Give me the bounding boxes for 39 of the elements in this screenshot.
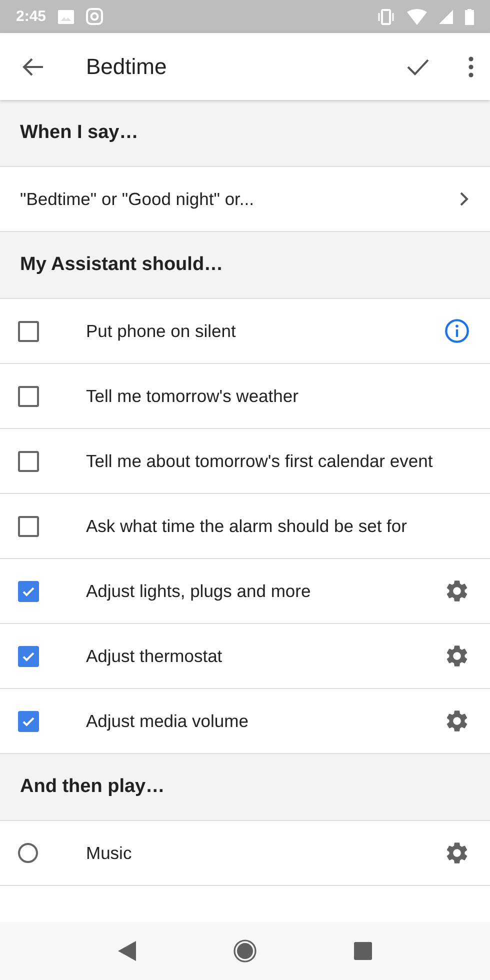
vibrate-icon [377,8,395,24]
signal-icon [439,10,453,24]
camera-icon [86,8,104,25]
option-label: Tell me tomorrow's weather [86,386,300,406]
checkbox[interactable] [18,646,39,666]
battery-icon [465,8,474,24]
section-header: When I say… [20,122,138,144]
screen-title: Bedtime [86,54,168,80]
checkbox[interactable] [18,516,39,536]
checkbox[interactable] [18,386,39,406]
wifi-icon [407,8,427,24]
option-label: Adjust lights, plugs and more [86,580,312,602]
section-header: And then play… [20,776,165,798]
info-icon[interactable] [444,318,470,344]
checkbox[interactable] [18,450,39,472]
status-time: 2:45 [16,8,46,25]
settings-icon[interactable] [444,578,470,604]
option-label: Ask what time the alarm should be set for [86,516,408,536]
checkmark-icon[interactable] [406,56,430,76]
option-label: Adjust media volume [86,710,250,732]
checkbox[interactable] [18,580,39,602]
checkbox[interactable] [18,320,39,342]
recents-icon[interactable] [354,942,372,960]
chevron-right-icon [458,191,470,207]
radio-button[interactable] [18,843,38,863]
option-label: Adjust thermostat [86,646,224,666]
settings-icon[interactable] [444,643,470,669]
checkbox[interactable] [18,710,39,732]
option-label: Put phone on silent [86,320,237,342]
section-header: My Assistant should… [20,254,224,276]
settings-icon[interactable] [444,840,470,866]
home-icon[interactable] [232,939,257,963]
option-label: Music [86,842,133,864]
back-icon[interactable] [118,941,136,961]
more-options-icon[interactable] [468,56,474,78]
settings-icon[interactable] [444,708,470,734]
option-label: Tell me about tomorrow's first calendar event [86,450,434,472]
back-arrow-icon[interactable] [22,56,44,76]
image-icon [58,10,74,24]
